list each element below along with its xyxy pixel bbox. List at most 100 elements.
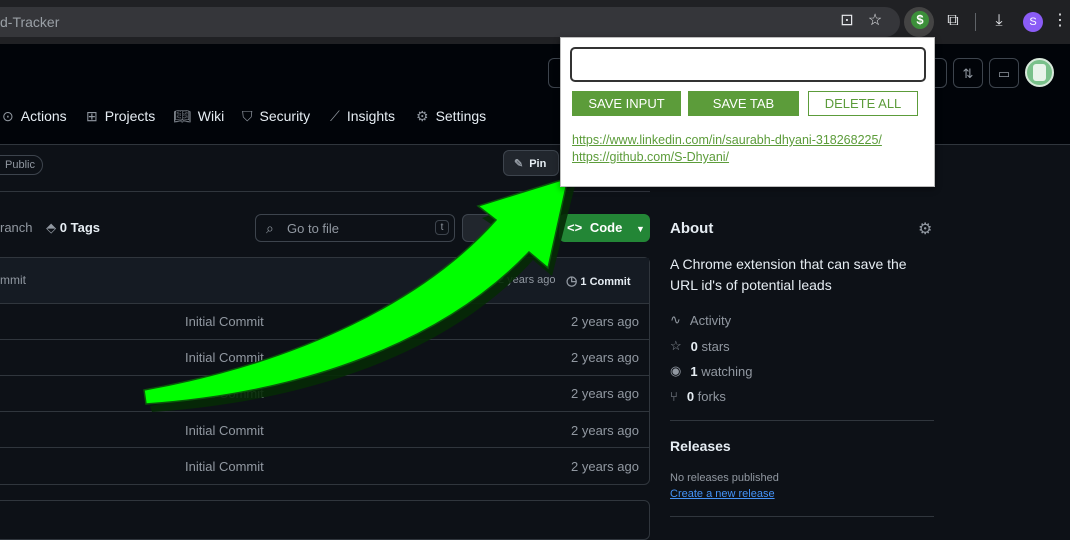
about-title: About [670,220,714,237]
row-divider [0,411,649,412]
go-to-file-placeholder: Go to file [287,221,340,236]
watching-count: 1 [690,363,698,379]
activity-link[interactable]: ∿ Activity [670,312,731,328]
latest-commit-message[interactable]: mmit [0,273,26,287]
create-release-link[interactable]: Create a new release [670,488,775,500]
tab-projects-label: Projects [104,108,156,124]
file-row-commit-message[interactable]: Initial Commit [185,314,264,329]
pull-requests-icon[interactable]: ⇅ [953,58,983,88]
file-row-commit-message[interactable]: Initial Commit [185,423,264,438]
play-circle-icon: ⊙ [2,107,14,124]
file-row-time: 2 years ago [571,423,639,438]
lead-input-field[interactable] [570,47,926,82]
watching-label: watching [701,363,753,379]
watchers-link[interactable]: ◉ 1 watching [670,363,753,379]
saved-lead-link[interactable]: https://www.linkedin.com/in/saurabh-dhya… [572,133,882,147]
chevron-down-icon: ▼ [635,224,645,234]
gear-icon: ⚙ [416,107,429,124]
save-input-button[interactable]: SAVE INPUT [572,91,681,116]
downloads-icon[interactable]: ⤓ [988,11,1010,33]
graph-icon: ⟋ [330,107,340,124]
pin-icon: ✎ [514,158,524,170]
tab-insights[interactable]: ⟋ Insights [330,106,395,126]
tags-count[interactable]: 0 [60,220,67,235]
file-row-time: 2 years ago [571,314,639,329]
gear-icon[interactable]: ⚙ [918,219,932,239]
tab-settings[interactable]: ⚙ Settings [416,106,486,126]
bookmark-star-icon[interactable]: ☆ [864,11,886,33]
code-button-label: Code [589,220,623,235]
code-button[interactable]: <> Code ▼ [559,214,650,242]
leads-tracker-extension-icon[interactable]: $ [911,11,929,29]
book-icon: 📖︎ [173,107,191,124]
file-row-time: 2 years ago [571,459,639,474]
commits-link[interactable]: ◷ 1 Commit [566,273,631,289]
sidebar-divider [670,420,934,421]
file-row-commit-message[interactable]: Initial Commit [185,386,264,401]
tags-label[interactable]: Tags [71,220,100,235]
inbox-icon[interactable]: ▭ [989,58,1019,88]
tab-settings-label: Settings [435,108,487,124]
delete-all-button[interactable]: DELETE ALL [808,91,918,116]
title-divider [0,191,650,192]
issues-button[interactable] [935,58,947,88]
tab-projects[interactable]: ⊞ Projects [86,106,155,126]
sidebar-divider [670,516,934,517]
address-bar-url: d-Tracker [0,14,60,30]
tab-insights-label: Insights [346,108,396,124]
shield-icon: ⛉ [242,107,253,124]
extensions-puzzle-icon[interactable]: ⧉ [942,11,964,33]
pin-label: Pin [529,158,547,170]
branch-tags-row: ranch ⬘ 0 Tags [0,220,100,236]
toolbar-divider [975,13,976,31]
add-file-button[interactable] [462,214,552,242]
address-bar[interactable] [0,7,900,37]
install-app-icon[interactable]: ⊡ [836,11,858,33]
menu-kebab-icon[interactable]: ⋮ [1052,11,1068,33]
save-tab-button[interactable]: SAVE TAB [688,91,799,116]
pulse-icon: ∿ [670,312,681,327]
file-row-time: 2 years ago [571,350,639,365]
no-releases-text: No releases published [670,472,779,484]
file-row-time: 2 years ago [571,386,639,401]
readme-box [0,500,650,540]
latest-commit-time: 2 years ago [498,274,556,286]
tab-wiki[interactable]: 📖︎ Wiki [173,106,224,126]
go-to-file-input[interactable] [255,214,455,242]
fork-icon: ⑂ [670,389,678,404]
stars-link[interactable]: ☆ 0 stars [670,338,730,354]
tag-icon: ⬘ [46,220,57,235]
profile-avatar[interactable]: S [1023,12,1043,32]
search-icon: ⌕ [266,220,274,236]
shortcut-hint: t [435,220,449,235]
forks-link[interactable]: ⑂ 0 forks [670,389,726,404]
tab-wiki-label: Wiki [197,108,225,124]
activity-label: Activity [689,312,732,328]
star-icon: ☆ [670,338,682,353]
command-palette-button[interactable] [548,58,560,88]
row-divider [0,447,649,448]
file-row-commit-message[interactable]: Initial Commit [185,350,264,365]
eye-icon: ◉ [670,363,682,378]
visibility-badge: Public [0,155,43,175]
file-row-commit-message[interactable]: Initial Commit [185,459,264,474]
row-divider [0,339,649,340]
commits-count: 1 Commit [580,276,631,288]
tab-actions-label: Actions [20,108,67,124]
row-divider [0,375,649,376]
table-icon: ⊞ [86,107,98,124]
tab-actions[interactable]: ⊙ Actions [2,106,67,126]
branch-link[interactable]: ranch [0,220,33,235]
history-icon: ◷ [566,273,578,288]
code-icon: <> [567,220,583,235]
stars-count: 0 [690,338,698,354]
tab-security[interactable]: ⛉ Security [242,106,310,126]
saved-lead-link[interactable]: https://github.com/S-Dhyani/ [572,150,729,164]
releases-title[interactable]: Releases [670,438,731,454]
stars-label: stars [701,338,730,354]
forks-count: 0 [686,389,695,404]
forks-label: forks [697,389,726,404]
user-avatar-glyph [1033,64,1046,81]
pin-button[interactable]: ✎ Pin [503,150,559,176]
tab-security-label: Security [259,108,311,124]
